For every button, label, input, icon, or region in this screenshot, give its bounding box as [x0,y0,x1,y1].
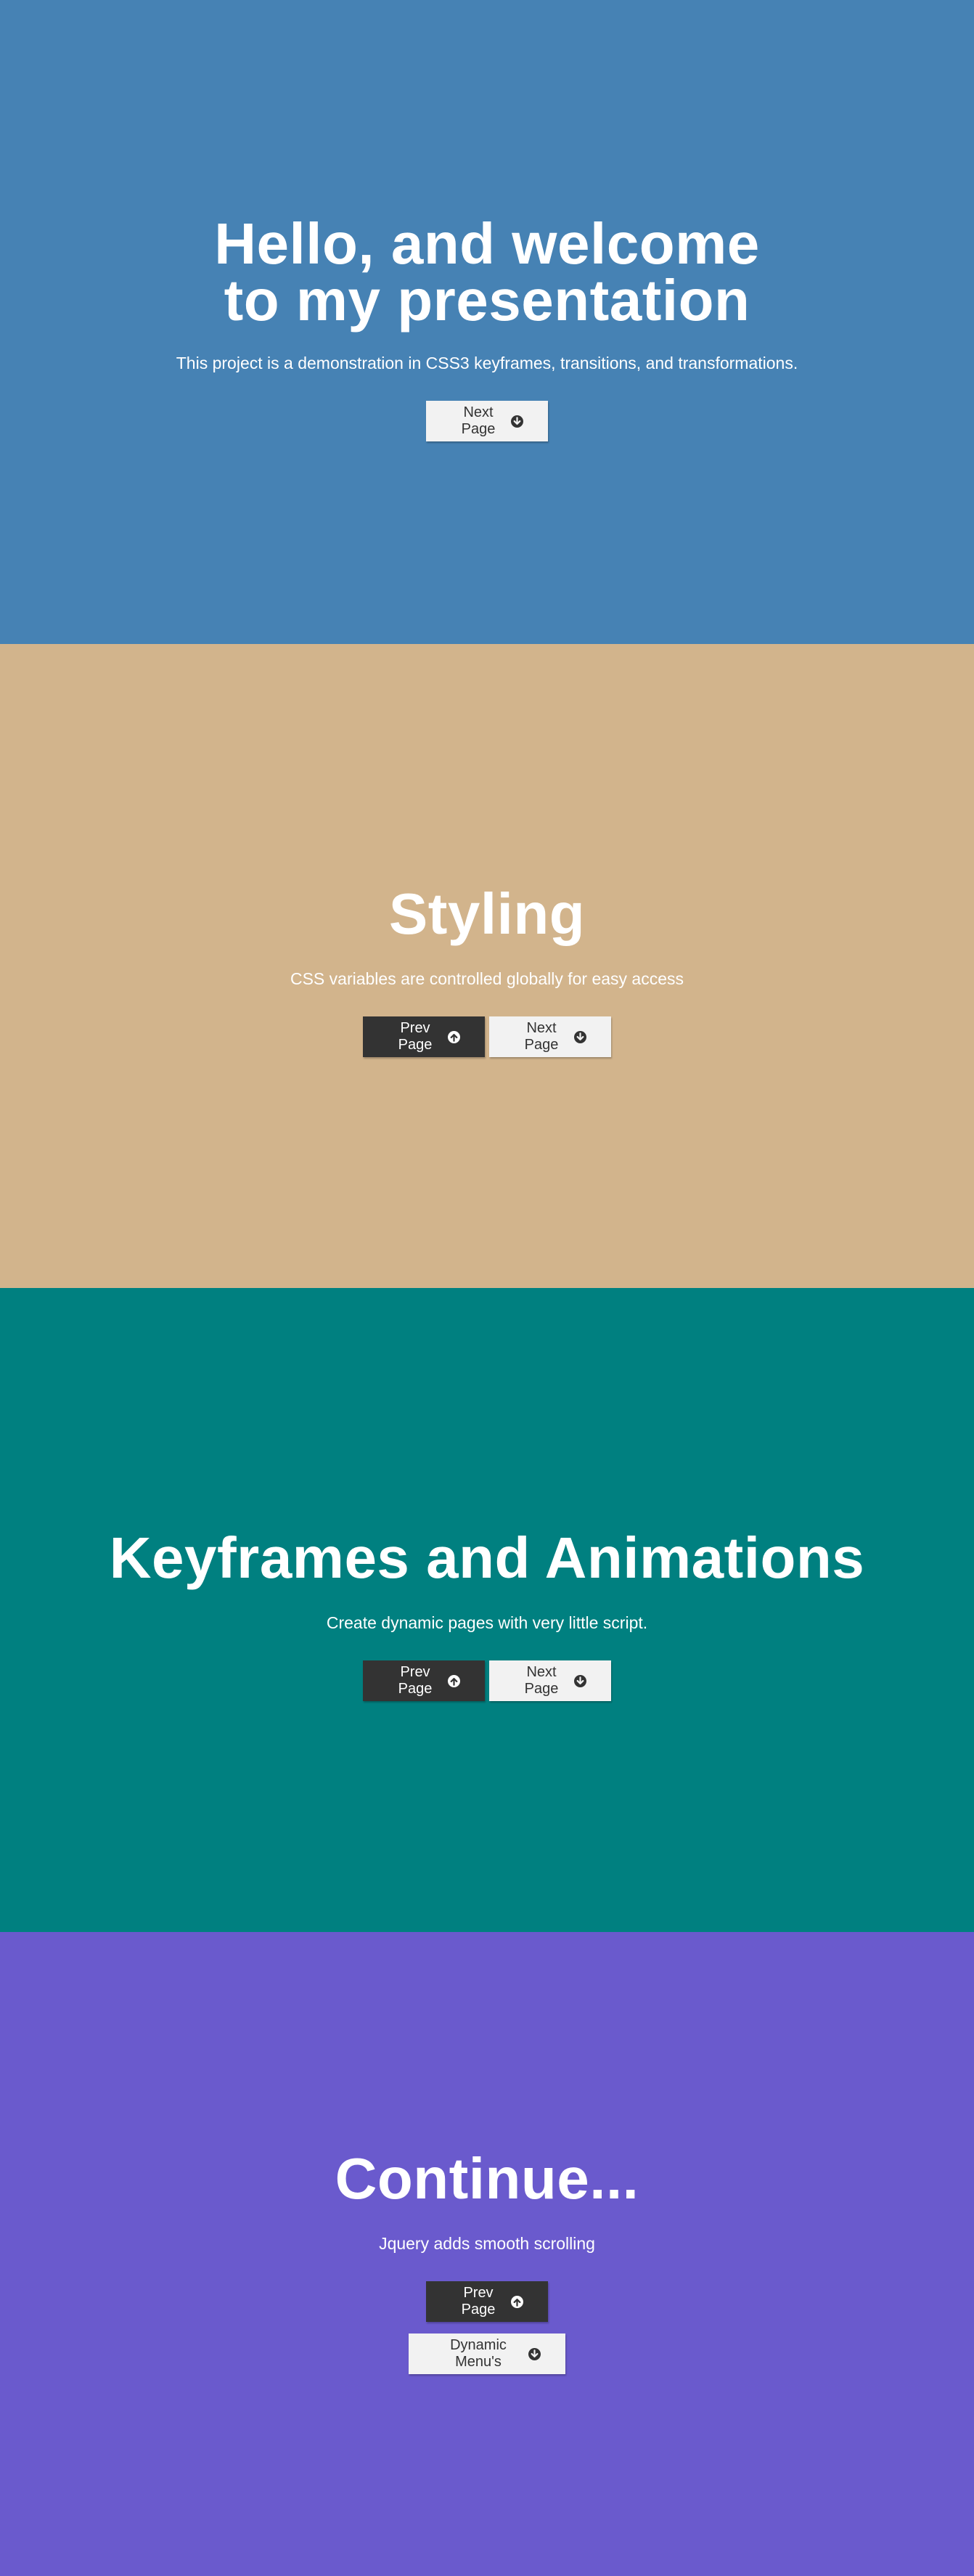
arrow-circle-up-icon [511,2295,523,2308]
next-page-label: Next Page [461,404,496,437]
arrow-circle-down-icon [574,1030,586,1043]
styling-subtitle: CSS variables are controlled globally fo… [290,969,684,988]
next-page-button[interactable]: Next Page [489,1660,611,1701]
next-page-button[interactable]: Next Page [426,401,548,441]
prev-page-label: Prev Page [461,2285,496,2318]
arrow-circle-up-icon [448,1674,460,1687]
arrow-circle-down-icon [511,415,523,428]
section-keyframes: Keyframes and Animations Create dynamic … [0,1288,974,1932]
dynamic-menu-label: Dynamic Menu's [450,2337,507,2370]
continue-subtitle: Jquery adds smooth scrolling [379,2234,595,2253]
next-page-label: Next Page [524,1020,559,1053]
next-page-label: Next Page [524,1664,559,1697]
next-page-button[interactable]: Next Page [489,1016,611,1057]
arrow-circle-down-icon [574,1674,586,1687]
arrow-circle-up-icon [448,1030,460,1043]
welcome-title: Hello, and welcome to my presentation [214,211,760,333]
keyframes-subtitle: Create dynamic pages with very little sc… [326,1613,648,1632]
dynamic-menu-button[interactable]: Dynamic Menu's [409,2334,565,2374]
styling-content: Styling CSS variables are controlled glo… [0,881,974,1057]
styling-title: Styling [388,881,586,946]
prev-page-button[interactable]: Prev Page [363,1660,485,1701]
continue-content: Continue... Jquery adds smooth scrolling… [0,2146,974,2374]
prev-page-button[interactable]: Prev Page [426,2281,548,2322]
keyframes-title: Keyframes and Animations [109,1525,865,1590]
prev-page-button[interactable]: Prev Page [363,1016,485,1057]
prev-page-label: Prev Page [398,1020,433,1053]
continue-title: Continue... [335,2146,639,2211]
section-welcome: Hello, and welcome to my presentation Th… [0,0,974,644]
section-continue: Continue... Jquery adds smooth scrolling… [0,1932,974,2576]
arrow-circle-down-icon [528,2347,541,2360]
welcome-subtitle: This project is a demonstration in CSS3 … [176,354,798,372]
section-styling: Styling CSS variables are controlled glo… [0,644,974,1288]
prev-page-label: Prev Page [398,1664,433,1697]
welcome-content: Hello, and welcome to my presentation Th… [0,211,974,441]
keyframes-content: Keyframes and Animations Create dynamic … [0,1525,974,1701]
